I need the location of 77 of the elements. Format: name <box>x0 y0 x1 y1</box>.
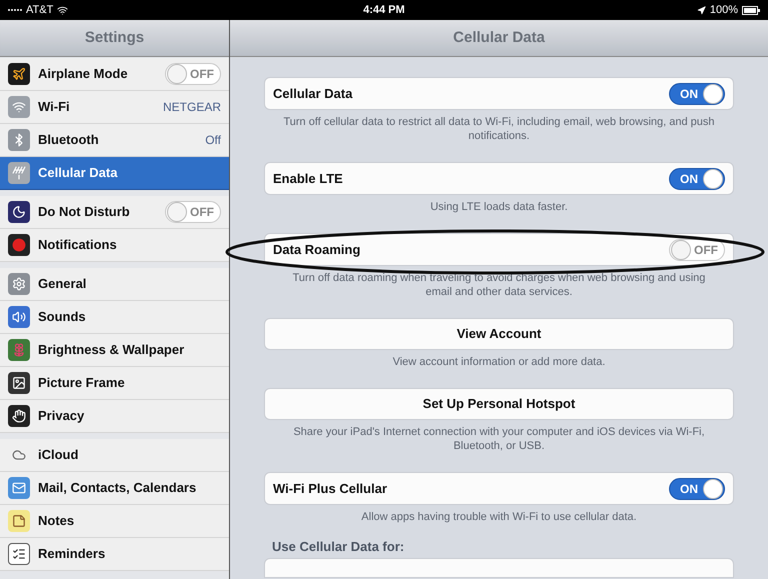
toggle-label: ON <box>680 170 698 188</box>
row-footer: Using LTE loads data faster. <box>264 195 734 233</box>
sidebar-item[interactable]: iCloud <box>0 439 229 472</box>
row-footer: View account information or add more data. <box>264 350 734 388</box>
sidebar-item-label: General <box>38 275 88 294</box>
clock: 4:44 PM <box>363 2 405 18</box>
sidebar-item[interactable]: Notes <box>0 505 229 538</box>
toggle-switch[interactable]: OFF <box>669 238 725 260</box>
sidebar-item-label: Bluetooth <box>38 131 100 150</box>
sidebar-item[interactable]: Airplane Mode OFF <box>0 58 229 91</box>
sidebar-item-label: Privacy <box>38 407 86 426</box>
wifi-icon <box>57 4 68 16</box>
sidebar-item[interactable]: Picture Frame <box>0 367 229 400</box>
sidebar-item[interactable]: Brightness & Wallpaper <box>0 334 229 367</box>
sidebar-item[interactable]: Reminders <box>0 538 229 571</box>
speaker-icon <box>8 306 30 328</box>
toggle-switch[interactable]: OFF <box>165 201 221 223</box>
toggle-label: ON <box>680 480 698 498</box>
action-button[interactable]: View Account <box>264 318 734 350</box>
sidebar-item[interactable]: Notifications <box>0 229 229 262</box>
sidebar-item-label: Airplane Mode <box>38 65 129 84</box>
row-footer: Turn off cellular data to restrict all data to Wi-Fi, including email, web browsing, and push notifications. <box>264 110 734 162</box>
row-label: Wi-Fi Plus Cellular <box>273 480 388 498</box>
sidebar-item-value: Off <box>205 132 221 149</box>
location-icon <box>696 6 706 14</box>
toggle-switch[interactable]: ON <box>669 478 725 500</box>
antenna-icon <box>8 162 30 184</box>
sidebar-item-label: Sounds <box>38 308 87 326</box>
sidebar-item[interactable]: Do Not Disturb OFF <box>0 196 229 229</box>
row-label: Enable LTE <box>273 170 343 188</box>
sidebar-item-value: NETGEAR <box>162 99 221 116</box>
sidebar-item-label: Cellular Data <box>38 164 118 182</box>
sidebar-item[interactable]: Mail, Contacts, Calendars <box>0 472 229 505</box>
toggle-switch[interactable]: ON <box>669 82 725 104</box>
carrier-label: AT&T <box>26 2 54 18</box>
sidebar-item[interactable]: Bluetooth Off <box>0 124 229 157</box>
sidebar-item[interactable]: General <box>0 268 229 301</box>
toggle-label: OFF <box>694 242 718 258</box>
picture-frame-icon <box>8 372 30 394</box>
row-label: Cellular Data <box>273 84 352 103</box>
sidebar-item[interactable]: Cellular Data <box>0 157 229 190</box>
sidebar-item-label: Mail, Contacts, Calendars <box>38 479 198 498</box>
plane-icon <box>8 63 30 85</box>
toggle-label: ON <box>680 86 698 102</box>
sidebar-item[interactable]: Privacy <box>0 400 229 433</box>
toggle-label: OFF <box>190 66 214 83</box>
action-button[interactable]: Set Up Personal Hotspot <box>264 388 734 420</box>
row-footer: Turn off data roaming when traveling to avoid charges when web browsing and using email and other data services. <box>264 266 734 318</box>
mail-icon <box>8 477 30 499</box>
row-footer: Share your iPad's Internet connection with your computer and iOS devices via Wi-Fi, Bluetooth, or USB. <box>264 420 734 472</box>
toggle-switch[interactable]: OFF <box>165 63 221 85</box>
toggle-label: OFF <box>190 204 214 221</box>
hand-icon <box>8 405 30 427</box>
battery-icon <box>742 6 760 14</box>
sidebar-item-label: Picture Frame <box>38 374 126 392</box>
detail-header: Cellular Data <box>230 20 768 57</box>
battery-percent: 100% <box>710 2 738 18</box>
sidebar-item-label: Reminders <box>38 545 106 564</box>
sidebar-item-label: iCloud <box>38 446 80 464</box>
sidebar-header: Settings <box>0 20 229 57</box>
gear-icon <box>8 273 30 295</box>
sidebar-item[interactable]: Sounds <box>0 301 229 334</box>
moon-icon <box>8 201 30 223</box>
sidebar-item-label: Notifications <box>38 236 118 254</box>
row-label: Data Roaming <box>273 240 360 259</box>
wifi-icon <box>8 96 30 118</box>
sidebar-item-label: Brightness & Wallpaper <box>38 341 186 360</box>
sidebar-item-label: Do Not Disturb <box>38 203 131 222</box>
toggle-switch[interactable]: ON <box>669 168 725 190</box>
notepad-icon <box>8 510 30 532</box>
sidebar-item-label: Notes <box>38 512 76 530</box>
signal-icon <box>8 7 22 13</box>
checklist-icon <box>8 543 30 565</box>
sidebar-item-label: Wi-Fi <box>38 98 71 116</box>
flower-icon <box>8 339 30 361</box>
sidebar-item[interactable]: Wi-Fi NETGEAR <box>0 91 229 124</box>
bluetooth-icon <box>8 129 30 151</box>
